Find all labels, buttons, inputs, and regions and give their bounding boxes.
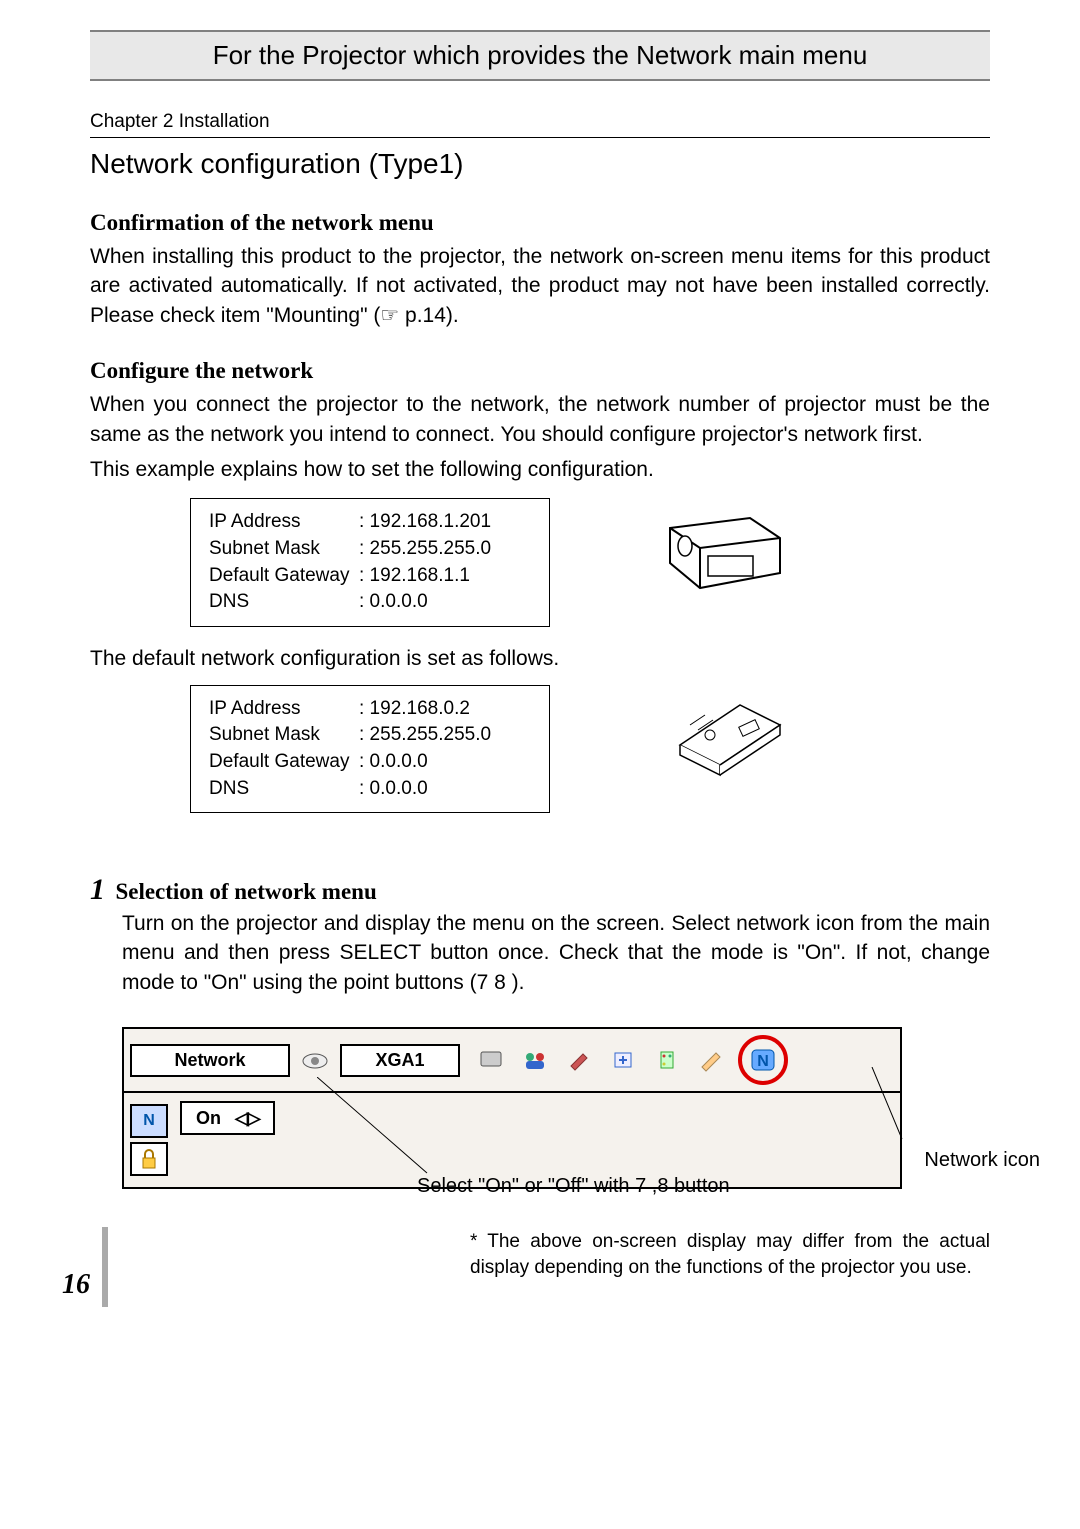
config-default-row: IP Address: 192.168.0.2 Subnet Mask: 255… bbox=[90, 685, 990, 813]
pen-icon bbox=[694, 1046, 728, 1074]
default-config-text: The default network configuration is set… bbox=[90, 647, 990, 671]
config-example-box: IP Address: 192.168.1.201 Subnet Mask: 2… bbox=[190, 498, 550, 626]
cfg-value: : 0.0.0.0 bbox=[359, 589, 428, 616]
subsection-confirmation-title: Confirmation of the network menu bbox=[90, 210, 990, 236]
step-number: 1 bbox=[90, 873, 105, 906]
cfg-value: : 192.168.1.201 bbox=[359, 509, 491, 536]
osd-tab-network: Network bbox=[130, 1044, 290, 1077]
chapter-label: Chapter 2 Installation bbox=[90, 111, 990, 138]
n-icon: N bbox=[130, 1104, 168, 1138]
on-label: On bbox=[196, 1108, 221, 1129]
cfg-value: : 0.0.0.0 bbox=[359, 749, 428, 776]
step-title: Selection of network menu bbox=[115, 879, 376, 904]
document-page: For the Projector which provides the Net… bbox=[0, 0, 1080, 1321]
cfg-value: : 192.168.1.1 bbox=[359, 563, 470, 590]
subsection-configure-title: Configure the network bbox=[90, 358, 990, 384]
cfg-value: : 192.168.0.2 bbox=[359, 696, 470, 723]
people-icon bbox=[518, 1046, 552, 1074]
cfg-label: DNS bbox=[209, 776, 359, 803]
section-title: Network configuration (Type1) bbox=[90, 148, 990, 180]
annotation-network-icon: Network icon bbox=[924, 1147, 1040, 1173]
header-text: For the Projector which provides the Net… bbox=[213, 40, 868, 70]
lr-arrows-icon: ◁▷ bbox=[235, 1108, 259, 1129]
config-example-row: IP Address: 192.168.1.201 Subnet Mask: 2… bbox=[90, 498, 990, 626]
projector-icon bbox=[298, 1046, 332, 1074]
cfg-label: Subnet Mask bbox=[209, 722, 359, 749]
cfg-label: Default Gateway bbox=[209, 749, 359, 776]
osd-mode-xga1: XGA1 bbox=[340, 1044, 460, 1077]
expand-icon bbox=[606, 1046, 640, 1074]
display-icon bbox=[474, 1046, 508, 1074]
page-header-bar: For the Projector which provides the Net… bbox=[90, 30, 990, 81]
settings-icon bbox=[650, 1046, 684, 1074]
network-icon-highlighted: N bbox=[738, 1035, 788, 1085]
svg-text:N: N bbox=[757, 1053, 769, 1070]
config-default-box: IP Address: 192.168.0.2 Subnet Mask: 255… bbox=[190, 685, 550, 813]
page-number-bar bbox=[102, 1227, 108, 1307]
cfg-label: Subnet Mask bbox=[209, 536, 359, 563]
configure-body1: When you connect the projector to the ne… bbox=[90, 390, 990, 449]
annotation-select-onoff: Select "On" or "Off" with 7 ,8 button bbox=[417, 1173, 730, 1199]
cfg-label: IP Address bbox=[209, 696, 359, 723]
page-number: 16 bbox=[62, 1269, 90, 1301]
cfg-label: DNS bbox=[209, 589, 359, 616]
cfg-value: : 255.255.255.0 bbox=[359, 722, 491, 749]
configure-body2: This example explains how to set the fol… bbox=[90, 455, 990, 484]
projector-illustration bbox=[650, 498, 790, 598]
subsection-confirmation-body: When installing this product to the proj… bbox=[90, 242, 990, 330]
osd-top-bar: Network XGA1 N bbox=[124, 1029, 900, 1093]
cfg-label: Default Gateway bbox=[209, 563, 359, 590]
osd-screenshot: Network XGA1 N bbox=[122, 1027, 990, 1189]
tool-icon bbox=[562, 1046, 596, 1074]
cfg-value: : 0.0.0.0 bbox=[359, 776, 428, 803]
lock-icon bbox=[130, 1142, 168, 1176]
step-1-block: 1 Selection of network menu Turn on the … bbox=[90, 873, 990, 997]
network-card-illustration bbox=[650, 685, 800, 785]
on-toggle-box: On ◁▷ bbox=[180, 1101, 275, 1135]
cfg-label: IP Address bbox=[209, 509, 359, 536]
footnote: * The above on-screen display may differ… bbox=[470, 1229, 990, 1280]
cfg-value: : 255.255.255.0 bbox=[359, 536, 491, 563]
step-body: Turn on the projector and display the me… bbox=[122, 909, 990, 997]
